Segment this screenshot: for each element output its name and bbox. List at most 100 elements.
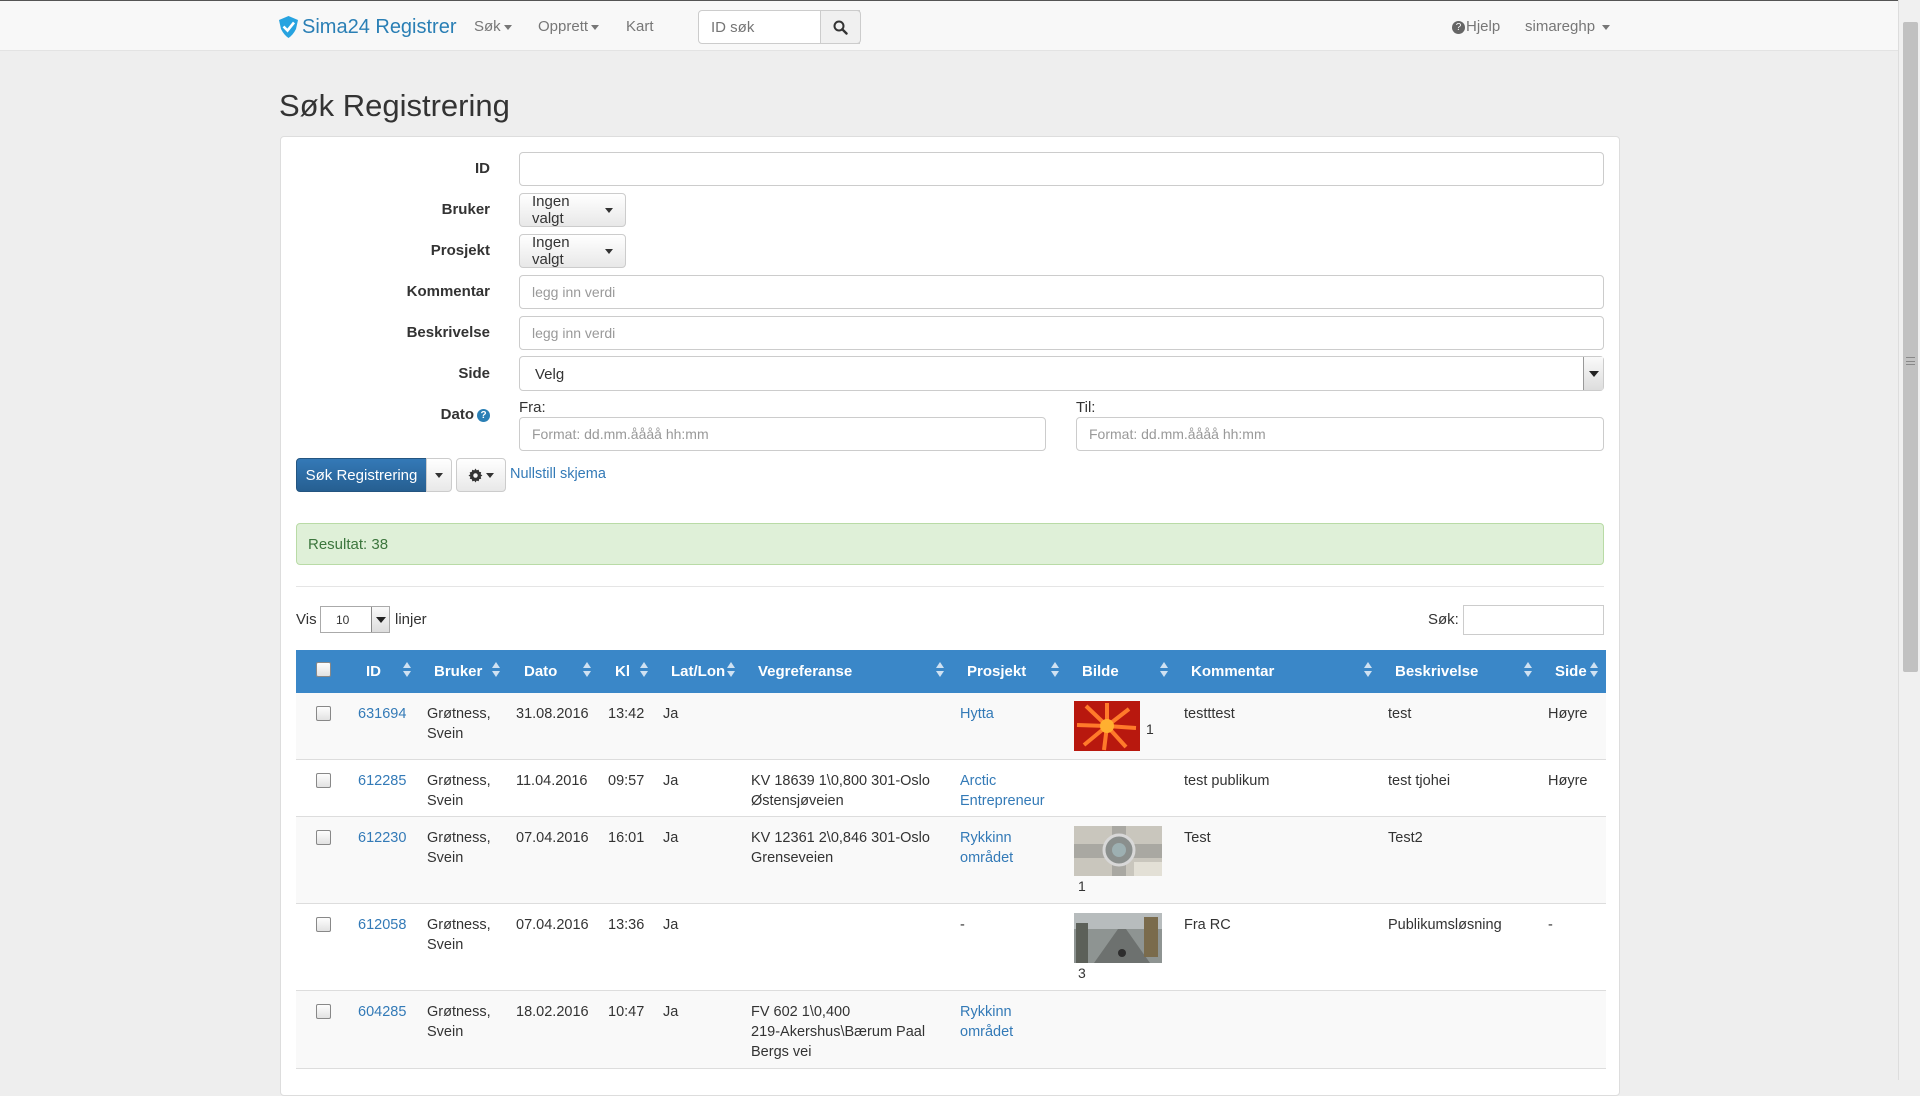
row-bruker: Grøtness, Svein — [427, 915, 491, 955]
col-id[interactable]: ID — [366, 650, 381, 693]
scrollbar-thumb[interactable] — [1903, 22, 1918, 672]
caret-down-icon — [1602, 24, 1611, 30]
menu-sok-label: Søk — [474, 18, 501, 35]
row-prosjekt-link[interactable]: Rykkinn området — [960, 1002, 1013, 1042]
caret-down-icon — [486, 472, 494, 478]
question-circle-icon[interactable]: ? — [477, 409, 490, 422]
row-kl: 13:36 — [608, 917, 645, 933]
row-id-link[interactable]: 612230 — [358, 828, 406, 848]
sort-icon[interactable] — [1364, 662, 1372, 678]
bruker-line: Svein — [427, 850, 464, 866]
menu-opprett[interactable]: Opprett — [538, 18, 600, 35]
scrollbar-grip-icon — [1906, 357, 1915, 365]
sort-icon[interactable] — [936, 662, 944, 678]
show-label: Vis — [296, 611, 317, 628]
col-bilde[interactable]: Bilde — [1082, 650, 1119, 693]
row-prosjekt-link[interactable]: Hytta — [960, 704, 994, 724]
col-bruker[interactable]: Bruker — [434, 650, 482, 693]
col-dato[interactable]: Dato — [524, 650, 557, 693]
table-search-input[interactable] — [1463, 605, 1604, 635]
row-latlon: Ja — [663, 917, 679, 933]
user-menu[interactable]: simareghp — [1525, 18, 1611, 35]
bruker-label: Bruker — [441, 201, 490, 218]
sort-icon[interactable] — [640, 662, 648, 678]
page-length-select[interactable]: 10 — [320, 606, 390, 633]
col-kommentar[interactable]: Kommentar — [1191, 650, 1274, 693]
roundabout-map-thumbnail[interactable] — [1074, 826, 1162, 876]
select-arrow-icon — [371, 607, 389, 632]
row-id-link[interactable]: 631694 — [358, 704, 406, 724]
col-side[interactable]: Side — [1555, 650, 1587, 693]
search-registration-button[interactable]: Søk Registrering — [296, 458, 427, 492]
col-latlon[interactable]: Lat/Lon — [671, 650, 725, 693]
menu-sok[interactable]: Søk — [474, 18, 512, 35]
row-id-link[interactable]: 604285 — [358, 1002, 406, 1022]
brand-link[interactable]: Sima24 Registrer — [278, 15, 457, 39]
sort-icon[interactable] — [1524, 662, 1532, 678]
sort-icon[interactable] — [727, 662, 735, 678]
beskrivelse-field[interactable] — [519, 316, 1604, 350]
beskrivelse-label: Beskrivelse — [406, 324, 490, 341]
row-kommentar: Test — [1184, 830, 1211, 846]
row-checkbox[interactable] — [316, 773, 331, 788]
bruker-line: Grøtness, — [427, 917, 491, 933]
bruker-dropdown[interactable]: Ingen valgt — [519, 193, 626, 227]
sort-icon[interactable] — [403, 662, 411, 678]
row-latlon: Ja — [663, 1004, 679, 1020]
col-vegreferanse[interactable]: Vegreferanse — [758, 650, 852, 693]
sort-icon[interactable] — [1590, 662, 1598, 678]
row-checkbox[interactable] — [316, 1004, 331, 1019]
side-label: Side — [458, 365, 490, 382]
street-photo-thumbnail[interactable] — [1074, 913, 1162, 963]
sort-icon[interactable] — [1160, 662, 1168, 678]
date-from-field[interactable] — [519, 417, 1046, 451]
flower-thumbnail[interactable] — [1074, 701, 1140, 751]
help-link[interactable]: ? Hjelp — [1452, 18, 1500, 35]
row-prosjekt-link[interactable]: Rykkinn området — [960, 828, 1013, 868]
settings-button[interactable] — [456, 458, 506, 492]
kommentar-field[interactable] — [519, 275, 1604, 309]
row-checkbox[interactable] — [316, 917, 331, 932]
col-prosjekt[interactable]: Prosjekt — [967, 650, 1026, 693]
menu-opprett-label: Opprett — [538, 18, 589, 35]
select-all-checkbox[interactable] — [316, 662, 331, 677]
table-row: 612058 Grøtness, Svein 07.04.2016 13:36 J… — [296, 904, 1606, 991]
search-icon — [833, 20, 848, 35]
row-bruker: Grøtness, Svein — [427, 771, 491, 811]
id-search-button[interactable] — [820, 10, 861, 44]
reset-form-link[interactable]: Nullstill skjema — [510, 466, 606, 482]
row-side: Høyre — [1548, 706, 1588, 722]
row-checkbox[interactable] — [316, 706, 331, 721]
help-label: Hjelp — [1466, 18, 1501, 35]
menu-kart[interactable]: Kart — [626, 18, 654, 35]
date-to-field[interactable] — [1076, 417, 1604, 451]
row-id-link[interactable]: 612058 — [358, 915, 406, 935]
bruker-line: Svein — [427, 726, 464, 742]
dato-label: Dato? — [280, 406, 490, 423]
row-beskrivelse: Test2 — [1388, 830, 1423, 846]
gear-icon — [468, 467, 483, 483]
search-options-dropdown[interactable] — [426, 458, 452, 492]
row-kommentar: testttest — [1184, 706, 1235, 722]
row-beskrivelse: Publikumsløsning — [1388, 917, 1502, 933]
table-header: ID Bruker Dato Kl Lat/Lon Vegreferanse P… — [296, 650, 1606, 693]
bruker-line: Svein — [427, 1024, 464, 1040]
question-circle-icon: ? — [1452, 21, 1465, 34]
check-shield-logo-icon — [279, 16, 298, 38]
id-field[interactable] — [519, 152, 1604, 186]
row-beskrivelse: test — [1388, 706, 1412, 722]
col-kl[interactable]: Kl — [615, 650, 630, 693]
side-select[interactable]: Velg — [519, 356, 1604, 391]
col-beskrivelse[interactable]: Beskrivelse — [1395, 650, 1478, 693]
sort-icon[interactable] — [1051, 662, 1059, 678]
prosjekt-dropdown[interactable]: Ingen valgt — [519, 234, 626, 268]
sort-icon[interactable] — [583, 662, 591, 678]
row-kommentar: Fra RC — [1184, 917, 1231, 933]
row-id-link[interactable]: 612285 — [358, 771, 406, 791]
sort-icon[interactable] — [492, 662, 500, 678]
row-kommentar: test publikum — [1184, 773, 1270, 789]
row-prosjekt-link[interactable]: Arctic Entrepreneur — [960, 771, 1045, 811]
page-scrollbar[interactable] — [1898, 0, 1920, 1080]
row-checkbox[interactable] — [316, 830, 331, 845]
row-vegreferanse: KV 18639 1\0,800 301-Oslo Østensjøveien — [751, 771, 930, 811]
